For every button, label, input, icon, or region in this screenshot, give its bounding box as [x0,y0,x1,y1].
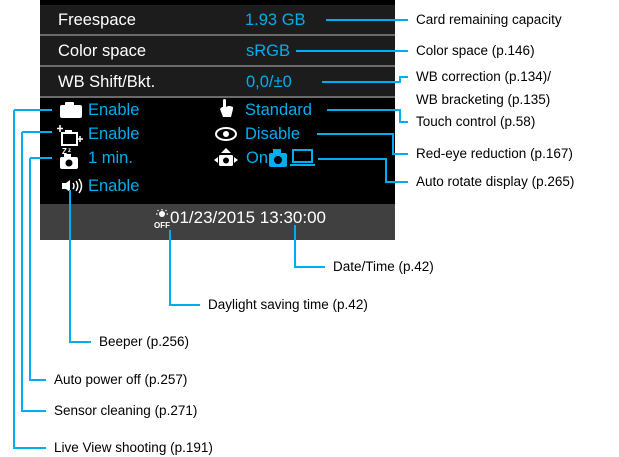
callout-touch-control: Touch control (p.58) [416,114,536,129]
callout-wb-correction: WB correction (p.134)/ [416,69,552,84]
callout-beeper: Beeper (p.256) [99,334,190,349]
callout-card-remaining: Card remaining capacity [416,12,562,27]
callout-live-view: Live View shooting (p.191) [54,440,213,455]
callout-date-time: Date/Time (p.42) [333,259,434,274]
callout-sensor-cleaning: Sensor cleaning (p.271) [54,403,198,418]
callout-red-eye: Red-eye reduction (p.167) [416,146,573,161]
callout-wb-bracketing: WB bracketing (p.135) [416,92,551,107]
callout-auto-rotate: Auto rotate display (p.265) [416,174,575,189]
callout-daylight-saving: Daylight saving time (p.42) [208,297,368,312]
callout-auto-power-off: Auto power off (p.257) [54,372,188,387]
callout-color-space: Color space (p.146) [416,43,535,58]
